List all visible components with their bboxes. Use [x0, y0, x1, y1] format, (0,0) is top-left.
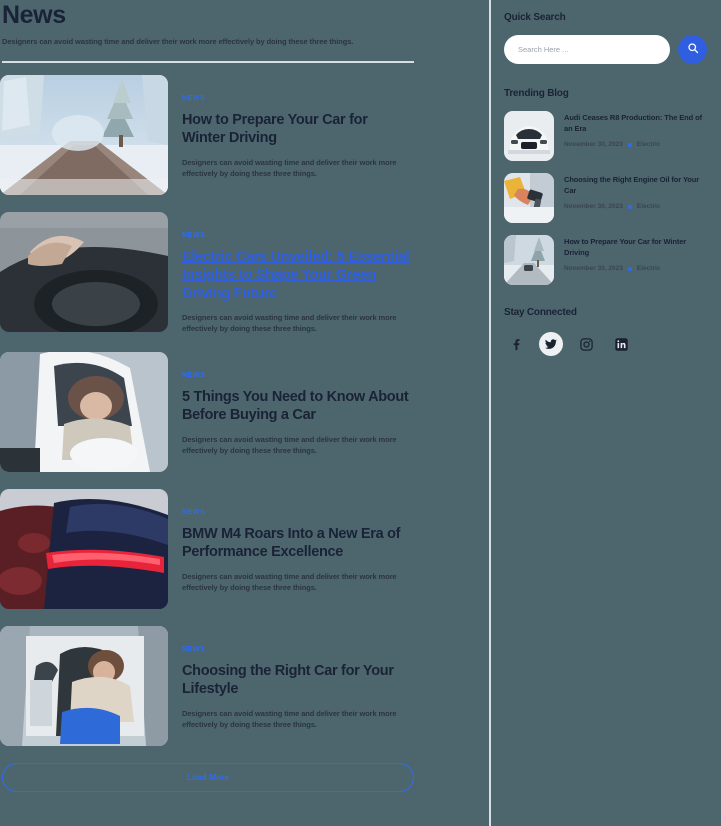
article-body: NEWS Electric Cars Unveiled: 5 Essential… [182, 212, 414, 335]
trending-date: November 30, 2023 [564, 141, 623, 148]
article-category[interactable]: NEWS [182, 372, 414, 379]
trending-item[interactable]: Choosing the Right Engine Oil for Your C… [504, 173, 707, 223]
article-item[interactable]: NEWS 5 Things You Need to Know About Bef… [0, 351, 414, 472]
trending-body: Choosing the Right Engine Oil for Your C… [564, 173, 707, 210]
article-thumbnail[interactable] [0, 211, 168, 332]
article-category[interactable]: NEWS [182, 509, 414, 516]
trending-body: How to Prepare Your Car for Winter Drivi… [564, 235, 707, 272]
article-excerpt: Designers can avoid wasting time and del… [182, 708, 397, 729]
trending-meta: November 30, 2023 Electric [564, 265, 707, 272]
quick-search-heading: Quick Search [504, 12, 566, 23]
trending-title[interactable]: Audi Ceases R8 Production: The End of an… [564, 113, 707, 134]
search-icon [687, 42, 699, 57]
article-body: NEWS 5 Things You Need to Know About Bef… [182, 352, 414, 457]
dot-separator-icon [627, 142, 632, 147]
article-thumbnail[interactable] [0, 351, 168, 472]
article-thumbnail[interactable] [0, 625, 168, 746]
article-excerpt: Designers can avoid wasting time and del… [182, 434, 397, 455]
instagram-link[interactable] [574, 332, 598, 356]
sidebar: Quick Search Trending Blog [490, 0, 721, 826]
article-item[interactable]: NEWS BMW M4 Roars Into a New Era of Perf… [0, 488, 414, 609]
trending-body: Audi Ceases R8 Production: The End of an… [564, 111, 707, 148]
article-body: NEWS Choosing the Right Car for Your Lif… [182, 626, 414, 731]
trending-thumbnail[interactable] [504, 235, 554, 285]
article-thumbnail[interactable] [0, 488, 168, 609]
trending-date: November 30, 2023 [564, 203, 623, 210]
dot-separator-icon [627, 266, 632, 271]
search-input[interactable] [504, 35, 670, 64]
article-title[interactable]: Electric Cars Unveiled: 5 Essential Insi… [182, 248, 414, 304]
trending-blog-heading: Trending Blog [504, 88, 569, 99]
article-thumbnail[interactable] [0, 74, 168, 195]
news-page: News Designers can avoid wasting time an… [0, 0, 721, 826]
linkedin-link[interactable] [609, 332, 633, 356]
stay-connected-heading: Stay Connected [504, 307, 577, 318]
trending-item[interactable]: How to Prepare Your Car for Winter Drivi… [504, 235, 707, 285]
article-excerpt: Designers can avoid wasting time and del… [182, 313, 397, 334]
article-title[interactable]: BMW M4 Roars Into a New Era of Performan… [182, 525, 414, 562]
facebook-icon [509, 337, 524, 352]
article-item[interactable]: NEWS How to Prepare Your Car for Winter … [0, 74, 414, 195]
trending-tag: Electric [636, 265, 661, 272]
article-item[interactable]: NEWS Choosing the Right Car for Your Lif… [0, 625, 414, 746]
article-body: NEWS How to Prepare Your Car for Winter … [182, 75, 414, 180]
article-title[interactable]: 5 Things You Need to Know About Before B… [182, 388, 414, 425]
twitter-link[interactable] [539, 332, 563, 356]
article-title[interactable]: How to Prepare Your Car for Winter Drivi… [182, 111, 414, 148]
article-title[interactable]: Choosing the Right Car for Your Lifestyl… [182, 662, 414, 699]
trending-meta: November 30, 2023 Electric [564, 141, 707, 148]
load-more-button[interactable]: Load More [2, 762, 414, 792]
header-divider [2, 60, 414, 63]
article-category[interactable]: NEWS [182, 232, 414, 239]
trending-thumbnail[interactable] [504, 173, 554, 223]
trending-item[interactable]: Audi Ceases R8 Production: The End of an… [504, 111, 707, 161]
trending-title[interactable]: How to Prepare Your Car for Winter Drivi… [564, 237, 707, 258]
article-category[interactable]: NEWS [182, 646, 414, 653]
page-subtitle: Designers can avoid wasting time and del… [2, 36, 354, 46]
instagram-icon [579, 337, 594, 352]
article-list: NEWS How to Prepare Your Car for Winter … [0, 74, 414, 746]
quick-search-form [504, 35, 707, 64]
trending-tag: Electric [636, 141, 661, 148]
search-button[interactable] [678, 35, 707, 64]
trending-meta: November 30, 2023 Electric [564, 203, 707, 210]
social-links [504, 332, 707, 356]
trending-list: Audi Ceases R8 Production: The End of an… [504, 111, 707, 285]
article-excerpt: Designers can avoid wasting time and del… [182, 571, 397, 592]
facebook-link[interactable] [504, 332, 528, 356]
article-excerpt: Designers can avoid wasting time and del… [182, 157, 397, 178]
trending-title[interactable]: Choosing the Right Engine Oil for Your C… [564, 175, 707, 196]
dot-separator-icon [627, 204, 632, 209]
main-content-column: News Designers can avoid wasting time an… [0, 0, 490, 826]
trending-tag: Electric [636, 203, 661, 210]
page-title: News [2, 1, 66, 29]
linkedin-icon [614, 337, 629, 352]
column-divider [489, 0, 491, 826]
article-item[interactable]: NEWS Electric Cars Unveiled: 5 Essential… [0, 211, 414, 335]
twitter-icon [544, 337, 558, 351]
article-category[interactable]: NEWS [182, 95, 414, 102]
article-body: NEWS BMW M4 Roars Into a New Era of Perf… [182, 489, 414, 594]
trending-date: November 30, 2023 [564, 265, 623, 272]
trending-thumbnail[interactable] [504, 111, 554, 161]
